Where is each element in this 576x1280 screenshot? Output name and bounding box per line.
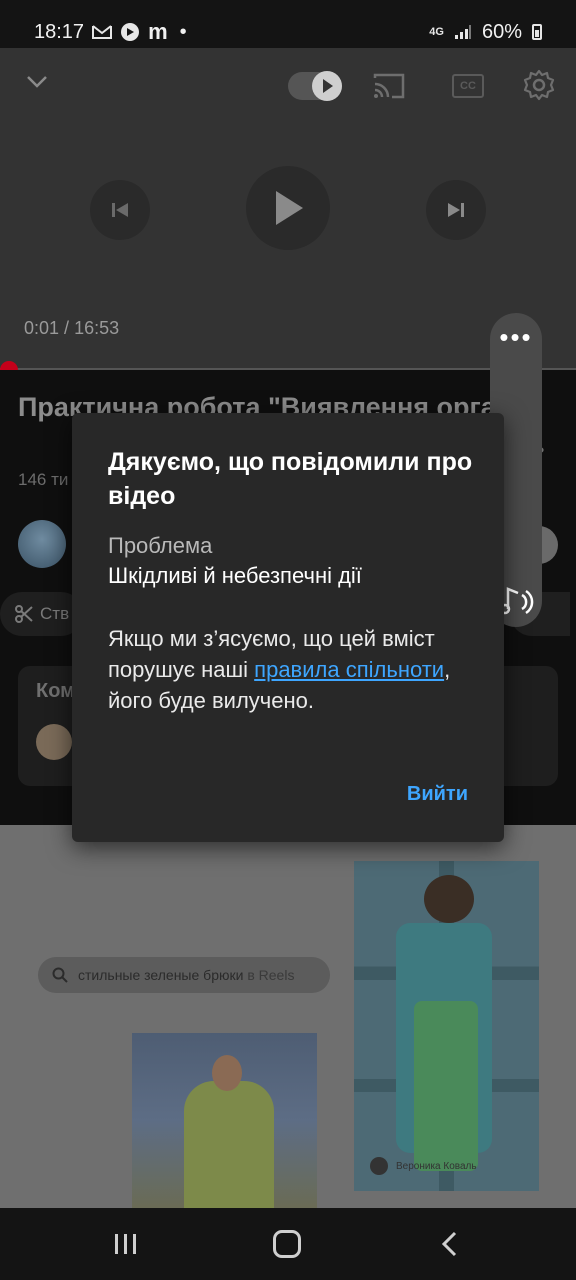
report-confirmation-dialog: Дякуємо, що повідомили про відео Проблем…: [72, 413, 504, 842]
ad-search-text: стильные зеленые брюки: [78, 967, 244, 983]
comment-avatar: [36, 724, 72, 760]
play-icon: [312, 71, 342, 101]
recents-icon[interactable]: [112, 1230, 140, 1258]
channel-avatar[interactable]: [18, 520, 66, 568]
autoplay-toggle[interactable]: [288, 71, 342, 101]
time-current: 0:01: [24, 318, 60, 338]
issue-value: Шкідливі й небезпечні дії: [108, 563, 362, 588]
media-icon: [121, 23, 140, 41]
comments-title: Ком: [36, 680, 75, 702]
community-guidelines-link[interactable]: правила спільноти: [254, 657, 444, 682]
next-button[interactable]: [426, 180, 486, 240]
ad-caption-avatar: [370, 1157, 388, 1175]
side-menu-icon[interactable]: •••: [490, 324, 542, 350]
dialog-body: Якщо ми з’ясуємо, що цей вміст порушує н…: [108, 623, 488, 716]
time-separator: /: [59, 318, 75, 338]
notification-m-icon: m: [148, 19, 168, 44]
issue-label: Проблема: [108, 533, 213, 558]
ad-figure: [184, 1081, 274, 1208]
ad-figure-head: [424, 875, 474, 923]
ad-figure-pants: [414, 1001, 478, 1171]
captions-icon[interactable]: CC: [452, 74, 484, 98]
exit-button[interactable]: Вийти: [407, 783, 468, 806]
play-icon: [276, 191, 303, 225]
battery-icon: [532, 24, 542, 40]
notification-dot-icon: •: [179, 20, 187, 43]
clip-label: Ств: [40, 604, 70, 623]
gear-icon[interactable]: [522, 68, 556, 102]
chevron-down-icon[interactable]: [24, 68, 50, 94]
ad-caption-name: Вероника Коваль: [396, 1160, 477, 1172]
scissors-icon: [15, 605, 33, 623]
back-icon[interactable]: [438, 1230, 462, 1258]
ad-search-bar: стильные зеленые брюки в Reels: [38, 957, 330, 993]
gmail-icon: [92, 25, 113, 39]
clock: 18:17: [34, 20, 85, 43]
network-type: 4G: [429, 26, 444, 38]
time-readout: 0:01 / 16:53: [24, 318, 119, 339]
skip-previous-icon: [112, 203, 128, 217]
system-nav-bar: [0, 1208, 576, 1280]
ad-banner[interactable]: стильные зеленые брюки в Reels Вероника …: [0, 825, 576, 1208]
video-player[interactable]: CC 0:01 / 16:53: [0, 48, 576, 379]
play-button[interactable]: [246, 166, 330, 250]
home-icon[interactable]: [273, 1230, 301, 1258]
cast-icon[interactable]: [372, 72, 406, 100]
ad-search-suffix: в Reels: [247, 967, 295, 983]
time-total: 16:53: [74, 318, 120, 338]
ad-figure-head: [212, 1055, 242, 1091]
ad-photo-left: [132, 1033, 317, 1208]
battery-percent: 60%: [481, 20, 522, 43]
dialog-title: Дякуємо, що повідомили про відео: [108, 448, 473, 510]
search-icon: [52, 967, 68, 983]
skip-next-icon: [448, 203, 464, 217]
ad-caption: Вероника Коваль: [370, 1157, 477, 1175]
signal-icon: [454, 25, 471, 39]
previous-button[interactable]: [90, 180, 150, 240]
clip-button[interactable]: Ств: [0, 592, 84, 636]
video-meta: 146 ти: [18, 470, 69, 489]
ad-photo-right: Вероника Коваль: [354, 861, 539, 1191]
